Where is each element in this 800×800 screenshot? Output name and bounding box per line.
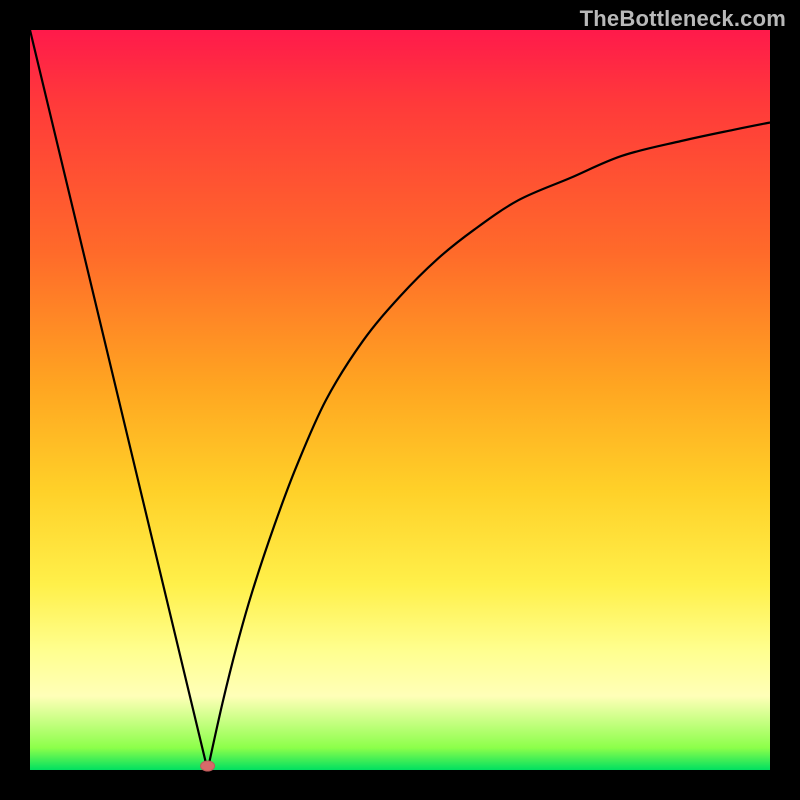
chart-frame: TheBottleneck.com (0, 0, 800, 800)
bottleneck-curve (30, 30, 770, 770)
plot-area (30, 30, 770, 770)
watermark-text: TheBottleneck.com (580, 6, 786, 32)
minimum-marker (201, 761, 215, 771)
curve-path (30, 30, 770, 770)
